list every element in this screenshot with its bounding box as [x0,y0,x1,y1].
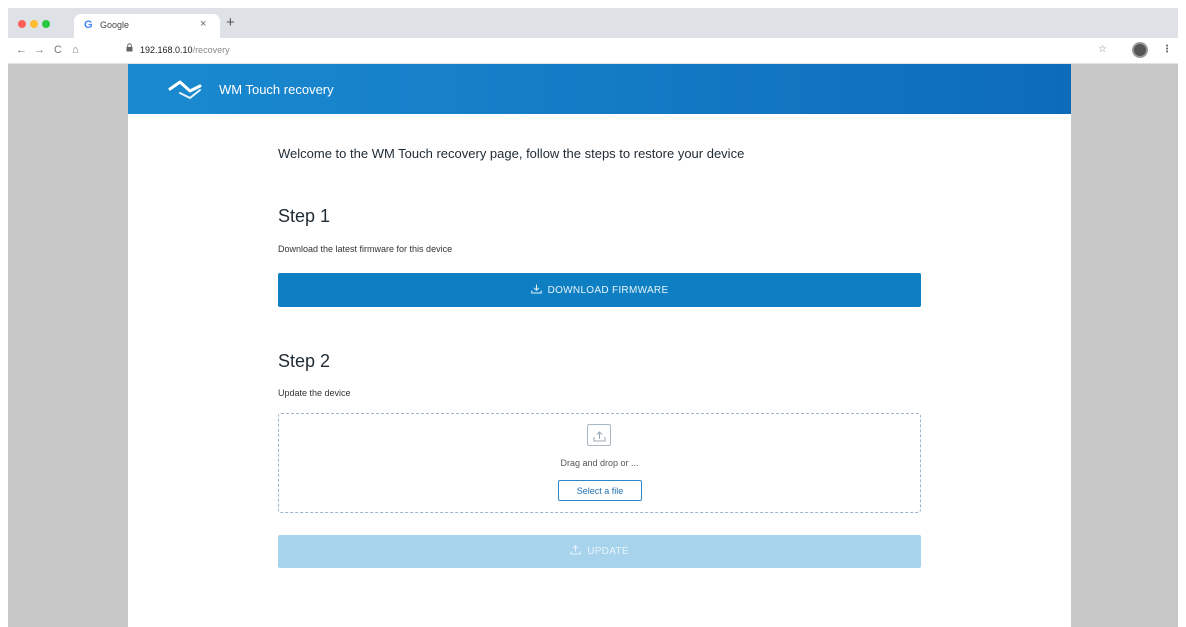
back-button[interactable]: ← [16,42,27,58]
home-button[interactable]: ⌂ [72,42,79,58]
select-file-button[interactable]: Select a file [558,480,642,501]
recovery-page: WM Touch recovery Welcome to the WM Touc… [128,64,1071,627]
welcome-text: Welcome to the WM Touch recovery page, f… [278,146,745,161]
step2-title: Step 2 [278,351,331,371]
step2-description: Update the device [278,388,351,398]
tab-google[interactable]: G Google × [74,14,220,38]
upload-file-icon [587,424,611,446]
address-bar[interactable]: 192.168.0.10/recovery [126,42,1086,60]
step1-title: Step 1 [278,206,331,226]
drop-instructions: Drag and drop or ... [560,458,639,468]
download-icon [530,284,542,297]
new-tab-button[interactable]: + [226,14,235,32]
step1-description: Download the latest firmware for this de… [278,244,453,254]
lock-icon [126,43,133,54]
tab-close-icon[interactable]: × [200,18,206,30]
file-dropzone[interactable]: Drag and drop or ... Select a file [278,413,921,513]
update-label: UPDATE [587,546,629,557]
tab-title: Google [100,20,130,30]
bookmark-star-icon[interactable]: ☆ [1098,44,1107,55]
wm-logo-icon [168,79,202,101]
menu-dots-icon[interactable]: ⋮ [1162,44,1172,55]
maximize-window-button[interactable] [42,20,50,28]
app-header: WM Touch recovery [128,64,1071,114]
upload-icon [570,545,581,558]
browser-window: G Google × + ← → C ⌂ 192.168.0.10/recove… [8,8,1178,627]
profile-avatar[interactable] [1132,42,1148,58]
update-button[interactable]: UPDATE [278,535,921,568]
download-firmware-button[interactable]: DOWNLOAD FIRMWARE [278,273,921,307]
forward-button[interactable]: → [34,42,45,58]
reload-button[interactable]: C [54,42,62,58]
app-title: WM Touch recovery [219,82,334,97]
tab-strip: G Google × + [8,8,1178,38]
download-firmware-label: DOWNLOAD FIRMWARE [547,284,669,296]
close-window-button[interactable] [18,20,26,28]
minimize-window-button[interactable] [30,20,38,28]
google-favicon-icon: G [84,19,93,31]
browser-toolbar: ← → C ⌂ 192.168.0.10/recovery ☆ ⋮ [8,38,1178,64]
url-text: 192.168.0.10/recovery [140,45,230,55]
